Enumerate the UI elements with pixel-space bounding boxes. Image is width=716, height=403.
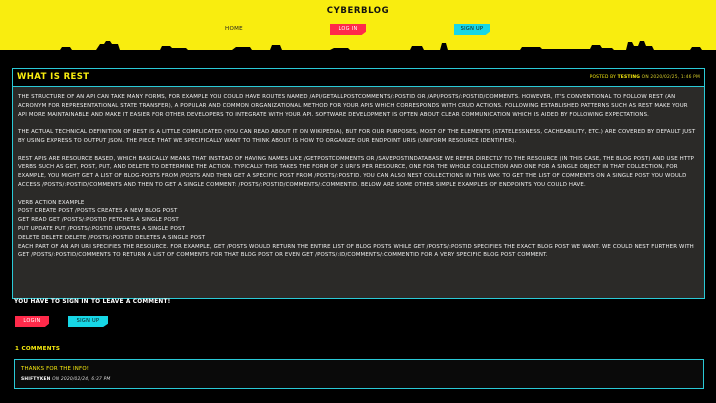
post-title: WHAT IS REST (17, 72, 90, 82)
comment-text: THANKS FOR THE INFO! (21, 366, 90, 372)
post-paragraph: THE STRUCTURE OF AN API CAN TAKE MANY FO… (18, 94, 688, 118)
example-line: POST CREATE POST /POSTS CREATES A NEW BL… (18, 208, 178, 215)
post-header: WHAT IS REST POSTED BY TESTING ON 2020/0… (13, 69, 704, 87)
signin-message: YOU HAVE TO SIGN IN TO LEAVE A COMMENT! (14, 299, 171, 305)
nav-signup-button[interactable]: SIGN UP (454, 24, 490, 35)
site-brand[interactable]: CYBERBLOG (0, 6, 716, 16)
login-button[interactable]: LOGIN (15, 316, 49, 327)
nav-login-button[interactable]: LOG IN (330, 24, 366, 35)
post-author: TESTING (617, 75, 641, 80)
post-body: THE STRUCTURE OF AN API CAN TAKE MANY FO… (18, 93, 698, 260)
post-meta: POSTED BY TESTING ON 2020/02/25, 1:46 PM (590, 75, 700, 80)
comment-card: THANKS FOR THE INFO! SHIFTYKEN ON 2020/0… (14, 359, 704, 389)
comment-author: SHIFTYKEN (21, 377, 51, 382)
nav-home-link[interactable]: HOME (220, 26, 248, 32)
signup-button[interactable]: SIGN UP (68, 316, 108, 327)
example-line: GET READ GET /POSTS/:POSTID FETCHES A SI… (18, 217, 179, 224)
posted-by-label: POSTED BY (589, 75, 616, 80)
post-paragraph: REST APIS ARE RESOURCE BASED, WHICH BASI… (18, 155, 695, 188)
post-date: ON 2020/02/25, 1:46 PM (641, 75, 700, 80)
skyline-decoration (0, 41, 716, 52)
post-paragraph: THE ACTUAL TECHNICAL DEFINITION OF REST … (18, 129, 696, 144)
example-line: VERB ACTION EXAMPLE (18, 199, 85, 206)
post-closing: EACH PART OF AN API URI SPECIFIES THE RE… (18, 243, 694, 259)
comment-meta: SHIFTYKEN ON 2020/02/24, 6:37 PM (21, 377, 110, 382)
example-line: PUT UPDATE PUT /POSTS/:POSTID UPDATES A … (18, 225, 186, 232)
comment-date: ON 2020/02/24, 6:37 PM (52, 377, 111, 382)
example-line: DELETE DELETE DELETE /POSTS/:POSTID DELE… (18, 234, 206, 241)
comments-count: 1 COMMENTS (15, 346, 61, 352)
